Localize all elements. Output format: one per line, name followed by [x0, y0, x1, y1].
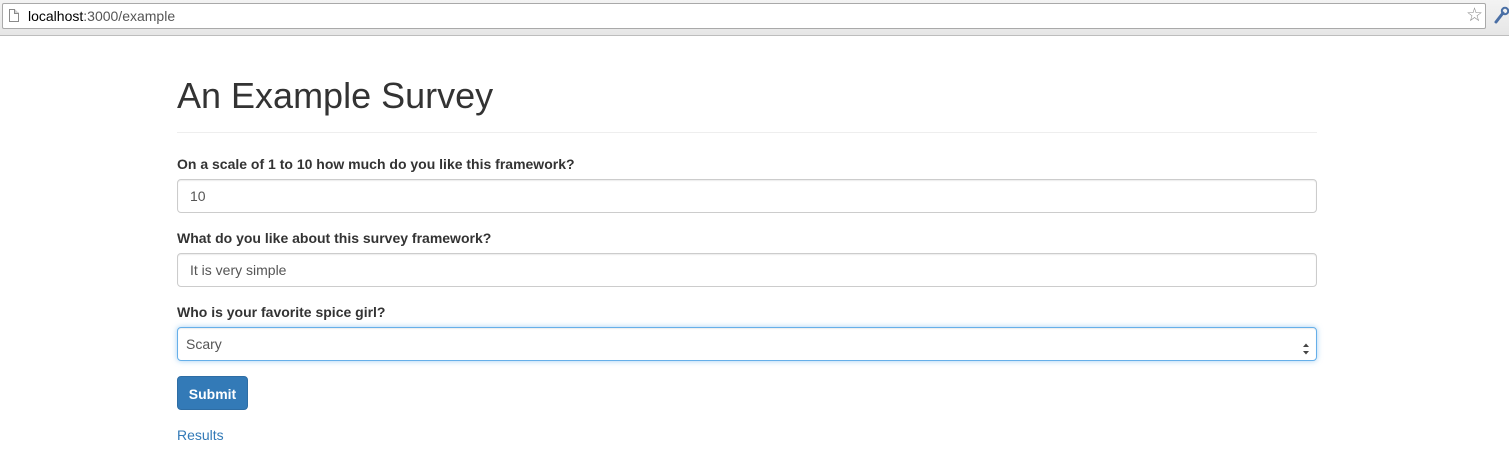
browser-toolbar: localhost:3000/example ☆ [0, 0, 1509, 36]
star-icon[interactable]: ☆ [1466, 5, 1483, 27]
wrench-icon[interactable] [1494, 6, 1509, 24]
url-path: :3000/example [83, 8, 176, 24]
question-2-input[interactable]: It is very simple [177, 253, 1317, 287]
question-1-input[interactable]: 10 [177, 179, 1317, 213]
address-bar[interactable]: localhost:3000/example ☆ [2, 3, 1486, 29]
url-host: localhost [28, 8, 84, 24]
question-1-label: On a scale of 1 to 10 how much do you li… [177, 156, 575, 172]
page-icon [9, 9, 19, 22]
url-text[interactable]: localhost:3000/example [28, 8, 175, 24]
submit-button[interactable]: Submit [177, 376, 248, 410]
select-arrows-icon [1302, 336, 1310, 355]
select-value: Scary [186, 336, 222, 352]
question-3-label: Who is your favorite spice girl? [177, 304, 386, 320]
page-title: An Example Survey [177, 75, 494, 116]
title-divider [177, 132, 1317, 133]
results-link[interactable]: Results [177, 427, 224, 443]
question-2-label: What do you like about this survey frame… [177, 230, 492, 246]
question-3-select[interactable]: Scary [177, 327, 1317, 361]
